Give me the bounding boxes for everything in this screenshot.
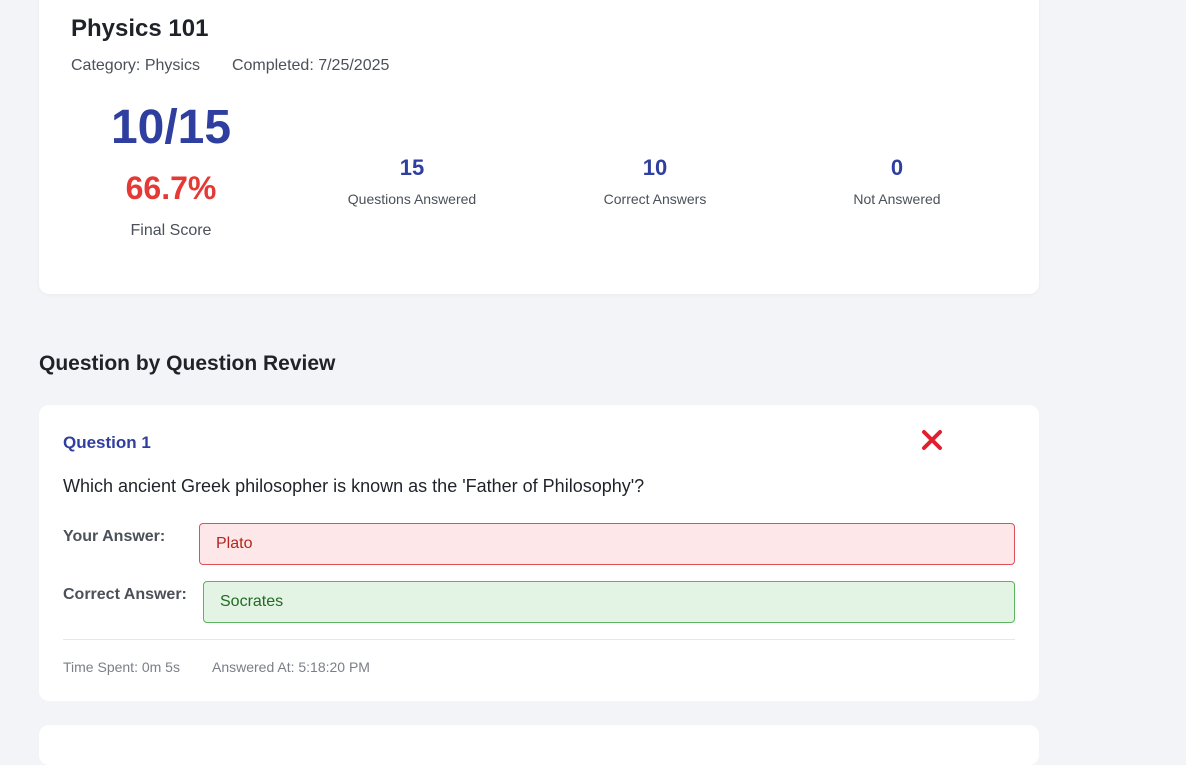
final-score-block: 10/15 66.7% Final Score (71, 100, 271, 240)
review-section-heading: Question by Question Review (39, 352, 336, 375)
question-number: Question 1 (63, 433, 151, 452)
question-review-card: Question 1 Which ancient Greek philosoph… (39, 405, 1039, 701)
stat-value: 0 (890, 155, 904, 180)
score-percent: 66.7% (125, 170, 217, 206)
your-answer-value: Plato (199, 523, 1015, 565)
correct-answer-row: Correct Answer: (63, 583, 187, 604)
your-answer-row: Your Answer: (63, 525, 165, 546)
quiz-summary-card: Physics 101 Category: Physics Completed:… (39, 0, 1039, 294)
stat-not-answered: 0 Not Answered (797, 155, 997, 207)
time-spent: Time Spent: 0m 5s (63, 659, 180, 675)
score-label: Final Score (130, 222, 212, 239)
quiz-meta: Category: Physics Completed: 7/25/2025 (71, 57, 389, 75)
stat-value: 15 (399, 155, 425, 180)
close-icon (922, 430, 942, 450)
answered-at: Answered At: 5:18:20 PM (211, 659, 370, 675)
quiz-completed-date: Completed: 7/25/2025 (231, 57, 390, 74)
divider (63, 639, 1015, 640)
correct-answer-value: Socrates (203, 581, 1015, 623)
stat-label: Questions Answered (347, 191, 477, 207)
quiz-title: Physics 101 (71, 15, 209, 42)
question-review-card-next (39, 725, 1039, 765)
your-answer-label: Your Answer: (63, 528, 166, 545)
question-text: Which ancient Greek philosopher is known… (63, 476, 645, 496)
quiz-category: Category: Physics (71, 57, 200, 74)
score-fraction: 10/15 (110, 101, 232, 154)
question-footer: Time Spent: 0m 5s Answered At: 5:18:20 P… (63, 659, 370, 675)
stat-correct-answers: 10 Correct Answers (555, 155, 755, 207)
stat-questions-answered: 15 Questions Answered (312, 155, 512, 207)
stat-label: Correct Answers (603, 191, 707, 207)
stat-value: 10 (642, 155, 668, 180)
stat-label: Not Answered (853, 191, 941, 207)
correct-answer-label: Correct Answer: (63, 586, 187, 603)
